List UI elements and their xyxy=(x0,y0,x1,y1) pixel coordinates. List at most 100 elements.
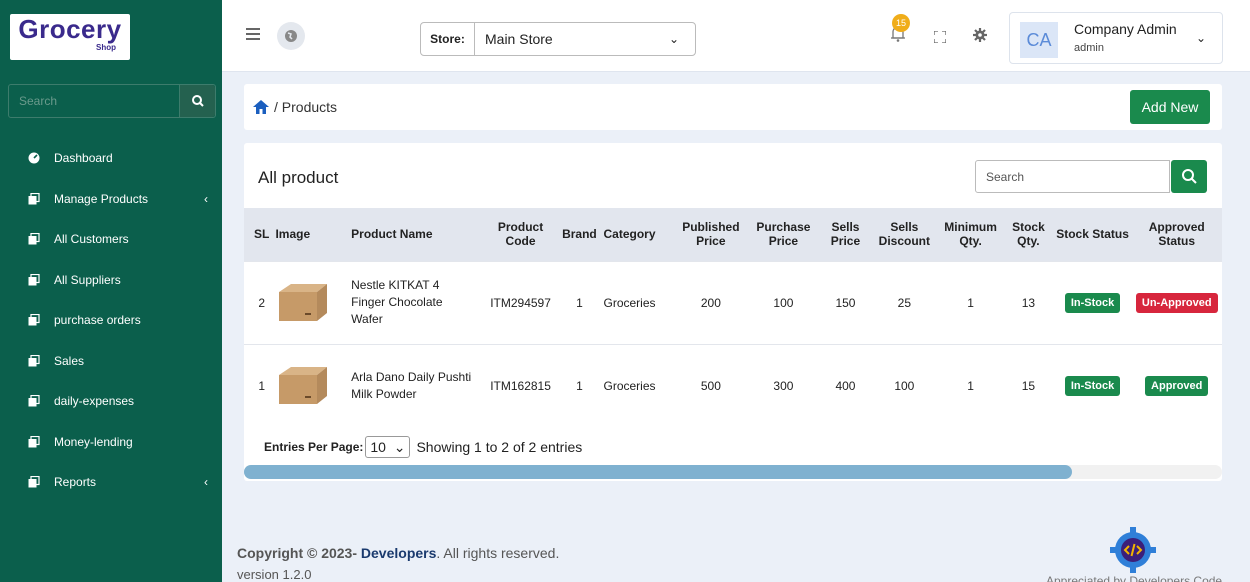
table-header-row: SL Image Product Name Product Code Brand Cate… xyxy=(244,208,1222,261)
sidebar-search-button[interactable] xyxy=(179,85,215,117)
entries-info: Showing 1 to 2 of 2 entries xyxy=(416,439,583,455)
table-search-input[interactable] xyxy=(975,160,1170,193)
entries-select[interactable]: 10 ⌄ xyxy=(365,436,411,458)
store-select[interactable]: Store: Main Store ⌄ xyxy=(420,22,696,56)
column-header: Minimum Qty. xyxy=(944,220,997,249)
product-image xyxy=(273,260,350,344)
menu-toggle-icon[interactable] xyxy=(246,28,260,40)
table-search-button[interactable] xyxy=(1171,160,1207,193)
cell-purchase: 100 xyxy=(746,260,821,344)
sidebar-item-purchase-orders[interactable]: purchase orders xyxy=(0,300,222,341)
user-name: Company Admin xyxy=(1074,21,1177,37)
sidebar-item-all-suppliers[interactable]: All Suppliers xyxy=(0,260,222,301)
column-header: Image xyxy=(275,227,311,242)
copy-icon xyxy=(28,192,40,205)
column-header: Published Price xyxy=(682,220,740,249)
status-badge: Approved xyxy=(1145,375,1209,396)
cell-min-qty: 1 xyxy=(937,343,1004,427)
copy-brand[interactable]: Developers xyxy=(361,545,436,561)
cell-category: Groceries xyxy=(601,343,676,427)
breadcrumb-current: / Products xyxy=(274,99,338,115)
copy-icon xyxy=(28,273,40,286)
copy-icon xyxy=(28,314,40,326)
dashboard-icon xyxy=(28,152,40,164)
sidebar-item-label: daily-expenses xyxy=(54,394,135,409)
user-role: admin xyxy=(1074,42,1104,54)
sidebar-item-label: purchase orders xyxy=(54,313,141,328)
column-header: Sells Discount xyxy=(878,220,930,249)
cell-code: ITM162815 xyxy=(483,343,558,427)
home-icon[interactable] xyxy=(252,98,270,116)
chevron-left-icon: ‹ xyxy=(204,191,208,206)
card-title: All product xyxy=(258,168,339,187)
cell-published: 500 xyxy=(675,343,747,427)
sidebar-search-input[interactable] xyxy=(9,85,179,117)
cell-sells: 150 xyxy=(820,260,871,344)
sidebar-item-sales[interactable]: Sales xyxy=(0,341,222,382)
copy-icon xyxy=(28,233,40,245)
brand-sub: Shop xyxy=(96,43,116,52)
user-menu[interactable]: CA Company Admin admin ⌄ xyxy=(1009,12,1223,64)
column-header: Stock Qty. xyxy=(1012,220,1045,249)
fullscreen-icon[interactable] xyxy=(933,30,947,44)
table-footer: Entries Per Page: 10 ⌄ Showing 1 to 2 of… xyxy=(264,436,582,458)
sidebar-item-manage-products[interactable]: Manage Products ‹ xyxy=(0,179,222,220)
cell-purchase: 300 xyxy=(746,343,821,427)
search-icon xyxy=(1182,169,1197,184)
sidebar-item-dashboard[interactable]: Dashboard xyxy=(0,138,222,179)
sidebar-item-label: All Suppliers xyxy=(54,272,121,287)
status-badge: In-Stock xyxy=(1064,292,1121,313)
chevron-down-icon: ⌄ xyxy=(669,32,680,46)
products-table: SL Image Product Name Product Code Brand Cate… xyxy=(244,208,1222,427)
store-value: Main Store xyxy=(485,31,553,47)
cell-stock-qty: 15 xyxy=(1003,343,1054,427)
cell-brand: 1 xyxy=(557,343,602,427)
version-text: version 1.2.0 xyxy=(237,567,312,582)
globe-icon[interactable] xyxy=(277,22,305,50)
cell-code: ITM294597 xyxy=(483,260,558,344)
sidebar-item-label: Dashboard xyxy=(54,151,113,166)
sidebar-nav: Dashboard Manage Products ‹ All Customers Al… xyxy=(0,138,222,503)
horizontal-scrollbar[interactable] xyxy=(244,465,1222,479)
cell-stock-qty: 13 xyxy=(1003,260,1054,344)
cell-sells: 400 xyxy=(820,343,871,427)
sidebar-item-label: Manage Products xyxy=(54,191,149,206)
sidebar-item-reports[interactable]: Reports ‹ xyxy=(0,462,222,503)
table-row[interactable]: 2 Nestle KITKAT 4 Finger Chocolate Wafer I… xyxy=(244,260,1222,344)
cell-published: 200 xyxy=(675,260,747,344)
sidebar-item-label: All Customers xyxy=(54,232,129,247)
product-box-image xyxy=(279,366,328,404)
cell-name: Arla Dano Daily Pushti Milk Powder xyxy=(349,343,484,427)
scrollbar-thumb[interactable] xyxy=(244,465,1072,479)
add-new-button[interactable]: Add New xyxy=(1130,90,1210,124)
sidebar-item-daily-expenses[interactable]: daily-expenses xyxy=(0,381,222,422)
sidebar-item-money-lending[interactable]: Money-lending xyxy=(0,422,222,463)
copy-suffix: . All rights reserved. xyxy=(436,545,560,561)
products-card: All product SL Image Product Name Product C… xyxy=(244,143,1222,481)
developer-logo-icon xyxy=(1108,525,1158,575)
sidebar-item-all-customers[interactable]: All Customers xyxy=(0,219,222,260)
column-header: Sells Price xyxy=(830,220,861,249)
cell-brand: 1 xyxy=(557,260,602,344)
brand-logo[interactable]: Grocery Shop xyxy=(10,14,130,60)
gear-icon[interactable] xyxy=(973,28,987,42)
column-header: SL xyxy=(254,227,270,242)
copy-icon xyxy=(28,354,40,367)
table-row[interactable]: 1 Arla Dano Daily Pushti Milk Powder ITM16… xyxy=(244,343,1222,427)
breadcrumb: / Products Add New xyxy=(244,84,1222,130)
notification-badge: 15 xyxy=(892,14,910,32)
cell-sl: 2 xyxy=(244,260,274,344)
column-header: Purchase Price xyxy=(756,220,811,249)
column-header: Approved Status xyxy=(1148,220,1205,249)
topbar: Store: Main Store ⌄ 15 CA Company Admin … xyxy=(222,0,1250,72)
column-header: Product Code xyxy=(497,220,544,249)
sidebar-item-label: Reports xyxy=(54,475,97,490)
cell-name: Nestle KITKAT 4 Finger Chocolate Wafer xyxy=(349,260,484,344)
cell-discount: 100 xyxy=(870,343,938,427)
cell-sl: 1 xyxy=(244,343,274,427)
sidebar-item-label: Sales xyxy=(54,353,85,368)
sidebar-search xyxy=(8,84,216,118)
column-header: Product Name xyxy=(351,227,433,242)
copy-icon xyxy=(28,476,40,488)
copy-icon xyxy=(28,395,40,407)
